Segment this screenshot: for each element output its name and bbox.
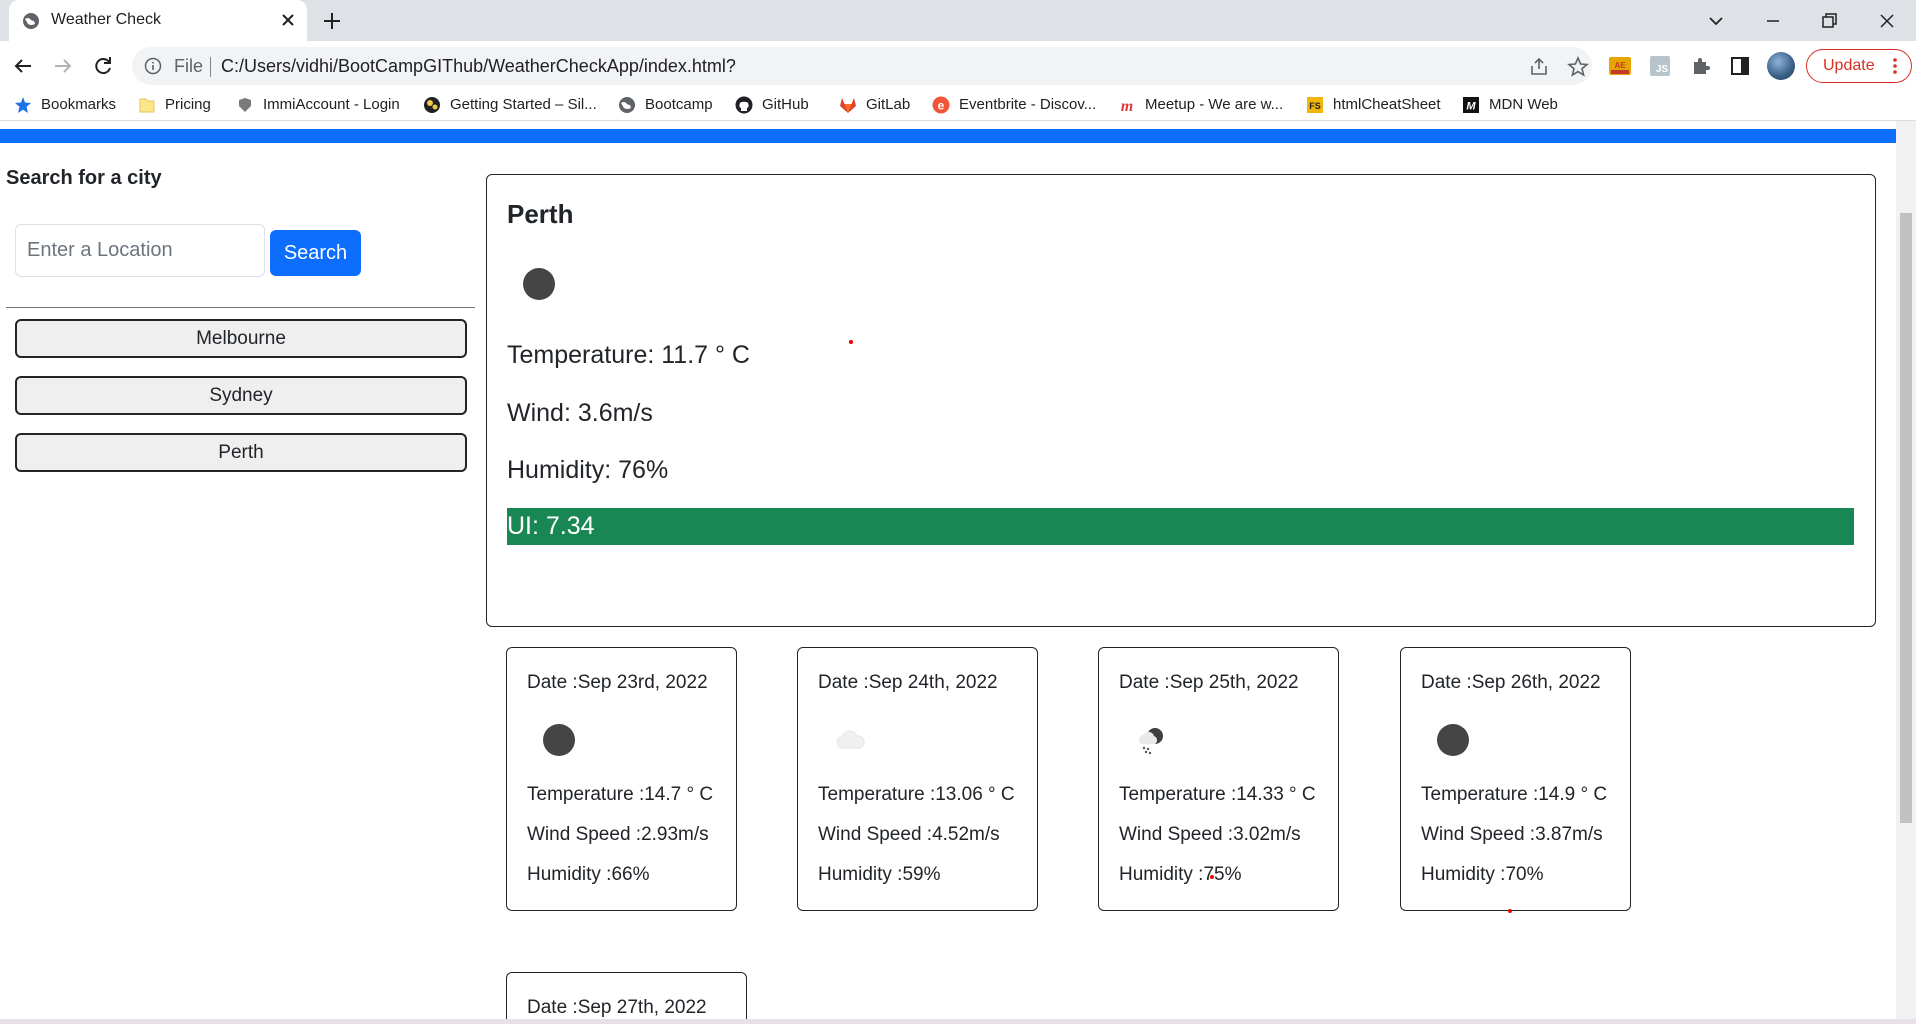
forecast-date: Date :Sep 25th, 2022 (1119, 672, 1299, 693)
folder-icon (139, 98, 155, 113)
mdn-icon: M (1463, 97, 1479, 113)
forecast-card: Date :Sep 26th, 2022 Temperature :14.9 °… (1400, 647, 1631, 911)
city-button-perth[interactable]: Perth (15, 433, 467, 472)
current-weather-card: Perth Temperature: 11.7 ° C Wind: 3.6m/s… (486, 174, 1876, 627)
forecast-humidity: Humidity :66% (527, 864, 650, 885)
forecast-wind: Wind Speed :3.87m/s (1421, 824, 1603, 845)
eventbrite-icon: e (932, 96, 950, 114)
forecast-temperature: Temperature :14.33 ° C (1119, 784, 1316, 805)
svg-text:e: e (938, 99, 945, 113)
dark-circle-icon (1437, 724, 1469, 756)
forecast-wind: Wind Speed :2.93m/s (527, 824, 709, 845)
forecast-date: Date :Sep 23rd, 2022 (527, 672, 708, 693)
forecast-humidity: Humidity :70% (1421, 864, 1544, 885)
forecast-date: Date :Sep 24th, 2022 (818, 672, 998, 693)
city-button-sydney[interactable]: Sydney (15, 376, 467, 415)
forecast-wind: Wind Speed :3.02m/s (1119, 824, 1301, 845)
extensions-puzzle-icon[interactable] (1689, 54, 1713, 78)
cloud-icon (836, 730, 865, 749)
search-title: Search for a city (6, 167, 162, 189)
share-icon[interactable] (1528, 56, 1550, 78)
tab-search-chevron-icon[interactable] (1703, 8, 1729, 34)
update-label: Update (1823, 57, 1875, 74)
header-bar (0, 129, 1896, 143)
forecast-temperature: Temperature :14.9 ° C (1421, 784, 1608, 805)
forecast-wind: Wind Speed :4.52m/s (818, 824, 1000, 845)
cursor-artifact-dot (849, 340, 853, 344)
new-tab-icon[interactable] (320, 9, 344, 33)
uv-index-bar: UI: 7.34 (507, 508, 1854, 545)
bookmarks-bar: Bookmarks Pricing ImmiAccount - Login Ge… (0, 90, 1916, 121)
current-city-name: Perth (507, 199, 574, 229)
profile-avatar[interactable] (1767, 52, 1795, 80)
back-icon[interactable] (9, 52, 37, 80)
forecast-date: Date :Sep 26th, 2022 (1421, 672, 1601, 693)
close-window-icon[interactable] (1874, 8, 1900, 34)
svg-text:m: m (1121, 98, 1133, 114)
more-vert-icon (1893, 58, 1897, 74)
page-viewport: Search for a city Search Melbourne Sydne… (0, 121, 1896, 1021)
crest-icon (239, 98, 251, 112)
star-icon (15, 97, 31, 113)
tab-strip: Weather Check (0, 0, 1916, 41)
gears-icon (424, 97, 440, 113)
forecast-card: Date :Sep 25th, 2022 Temperature :14.33 … (1098, 647, 1339, 911)
close-icon[interactable] (277, 9, 299, 31)
svg-text:FS: FS (1309, 101, 1321, 111)
current-humidity: Humidity: 76% (507, 456, 669, 484)
current-wind: Wind: 3.6m/s (507, 399, 653, 427)
cursor-artifact-dot (1210, 875, 1214, 879)
update-button[interactable]: Update (1806, 49, 1912, 83)
svg-text:JS: JS (1656, 64, 1669, 75)
fs-icon: FS (1307, 97, 1323, 113)
forecast-temperature: Temperature :13.06 ° C (818, 784, 1015, 805)
minimize-icon[interactable] (1760, 8, 1786, 34)
cursor-artifact-dot (1508, 909, 1512, 913)
restore-icon[interactable] (1816, 8, 1842, 34)
page-scrollbar[interactable] (1896, 121, 1916, 1021)
globe-icon (23, 13, 39, 29)
forecast-card: Date :Sep 24th, 2022 Temperature :13.06 … (797, 647, 1038, 911)
abp-extension-icon[interactable]: AE (1608, 54, 1632, 78)
forecast-humidity: Humidity :75% (1119, 864, 1242, 885)
browser-toolbar: File C:/Users/vidhi/BootCampGIThub/Weath… (0, 41, 1916, 90)
cloud-rain-icon (1138, 728, 1163, 755)
location-search-input[interactable] (15, 224, 265, 277)
forward-icon[interactable] (49, 52, 77, 80)
current-temperature: Temperature: 11.7 ° C (507, 341, 750, 369)
forecast-card: Date :Sep 23rd, 2022 Temperature :14.7 °… (506, 647, 737, 911)
dark-circle-icon (543, 724, 575, 756)
address-scheme: File (174, 56, 204, 76)
globe-icon (619, 97, 635, 113)
svg-text:AE: AE (1614, 61, 1626, 70)
svg-text:M: M (1466, 101, 1476, 113)
city-button-melbourne[interactable]: Melbourne (15, 319, 467, 358)
forecast-humidity: Humidity :59% (818, 864, 941, 885)
meetup-icon: m (1121, 98, 1133, 114)
side-panel-icon[interactable] (1728, 54, 1752, 78)
forecast-card: Date :Sep 27th, 2022 (506, 972, 747, 1021)
gitlab-icon (840, 98, 856, 113)
bookmark-star-icon[interactable] (1566, 55, 1590, 79)
info-icon[interactable] (144, 57, 162, 75)
js-extension-icon[interactable]: JS (1648, 54, 1672, 78)
scrollbar-thumb[interactable] (1900, 213, 1912, 823)
tab-title: Weather Check (51, 11, 161, 28)
forecast-temperature: Temperature :14.7 ° C (527, 784, 714, 805)
tab-weather-check[interactable]: Weather Check (9, 0, 307, 41)
dark-circle-icon (523, 268, 555, 300)
window-bottom-edge (0, 1019, 1916, 1024)
github-icon (735, 96, 753, 114)
forecast-date: Date :Sep 27th, 2022 (527, 997, 707, 1018)
sidebar-divider (6, 307, 475, 308)
address-bar[interactable]: File C:/Users/vidhi/BootCampGIThub/Weath… (132, 47, 1592, 85)
reload-icon[interactable] (89, 52, 117, 80)
address-url[interactable]: C:/Users/vidhi/BootCampGIThub/WeatherChe… (221, 56, 736, 77)
search-button[interactable]: Search (270, 230, 361, 276)
address-separator (210, 57, 211, 77)
